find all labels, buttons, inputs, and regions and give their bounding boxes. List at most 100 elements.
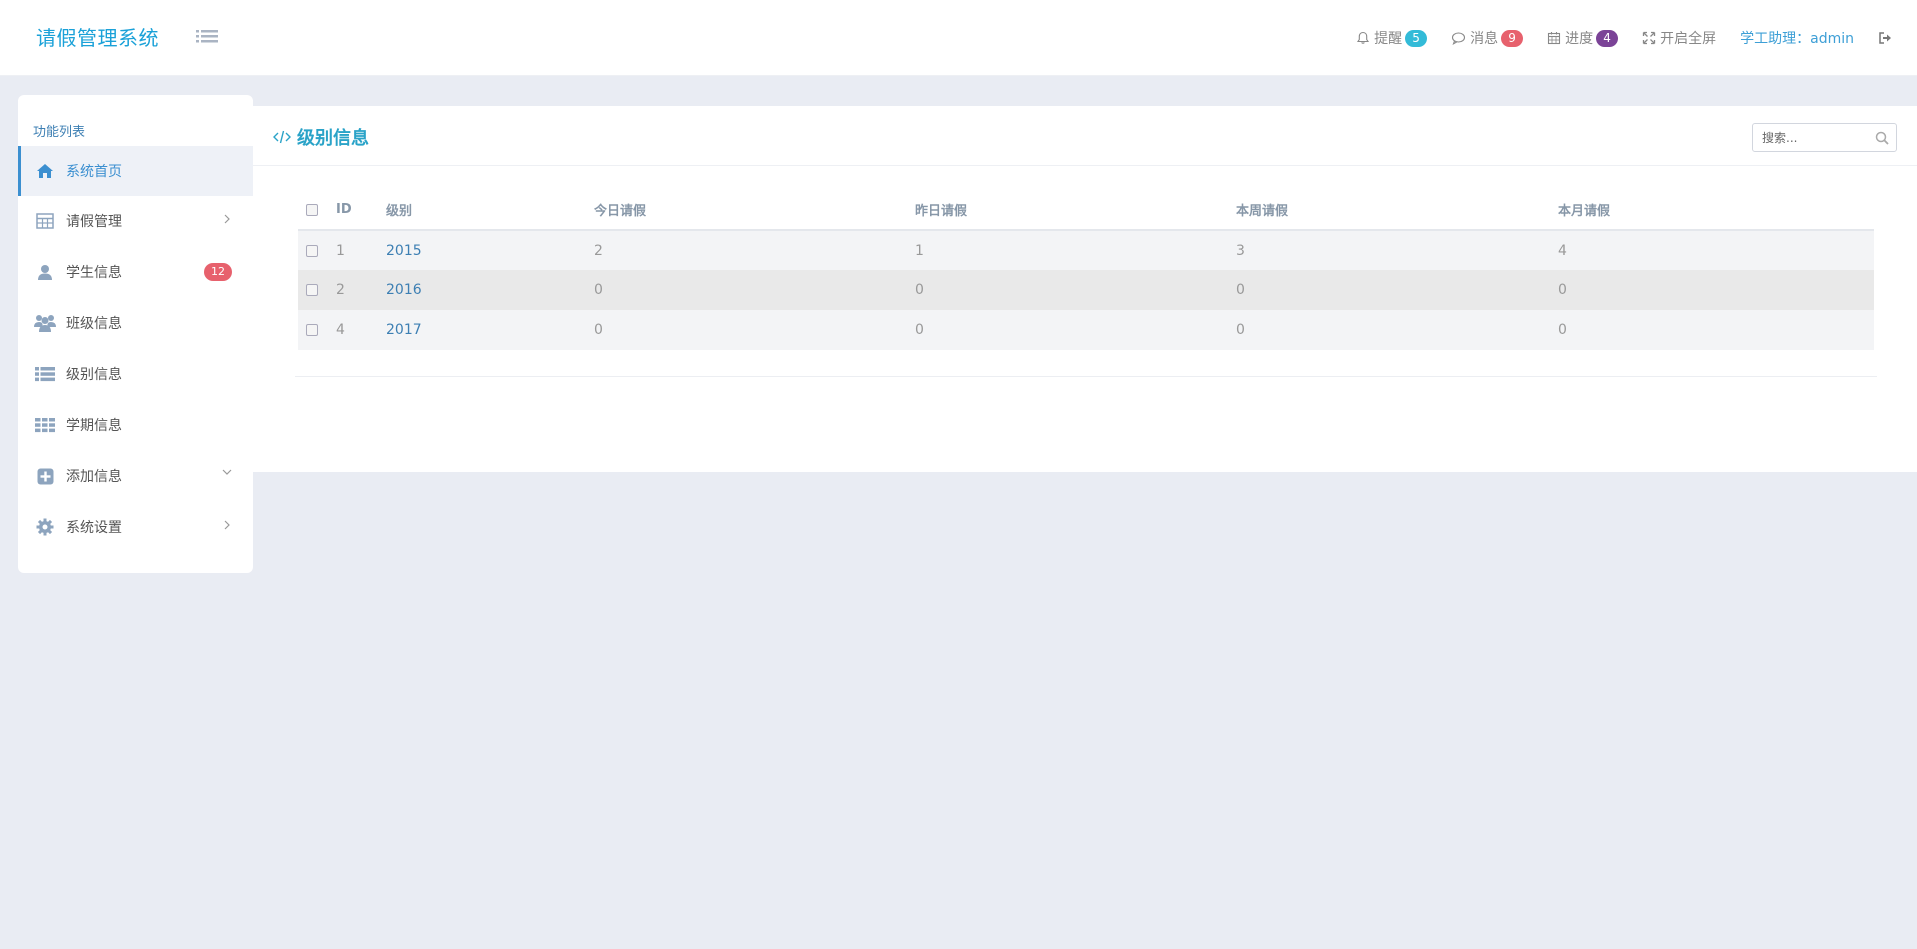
- users-icon: [34, 313, 56, 333]
- nav-message[interactable]: 消息 9: [1451, 28, 1524, 48]
- search-box: [1752, 123, 1897, 152]
- nav-message-label: 消息: [1470, 31, 1499, 47]
- chevron-right-icon: [224, 520, 230, 530]
- comment-icon: [1452, 32, 1466, 45]
- cell-id: 2: [336, 270, 386, 310]
- cell-level: 2015: [386, 230, 594, 270]
- search-icon[interactable]: [1875, 131, 1889, 145]
- sidebar-item-leave[interactable]: 请假管理: [18, 196, 253, 246]
- top-header: 请假管理系统 提醒 5 消息 9 进度 4 开启全屏 学工助理：admin: [0, 0, 1917, 76]
- cell-level: 2016: [386, 270, 594, 310]
- sidebar-item-settings[interactable]: 系统设置: [18, 502, 253, 552]
- column-header[interactable]: 级别: [386, 190, 594, 231]
- message-count-badge: 9: [1501, 29, 1524, 47]
- nav-user[interactable]: 学工助理：admin: [1740, 28, 1854, 48]
- logout-icon: [1879, 32, 1891, 44]
- level-link[interactable]: 2017: [386, 322, 422, 338]
- nav-fullscreen-label: 开启全屏: [1660, 31, 1717, 47]
- home-icon: [34, 161, 56, 181]
- panel-header: 级别信息: [253, 106, 1917, 166]
- column-header[interactable]: 本月请假: [1558, 190, 1874, 231]
- sidebar-title: 功能列表: [33, 125, 86, 140]
- table-footer-divider: [295, 376, 1877, 377]
- sidebar-item-students[interactable]: 学生信息 12: [18, 247, 253, 297]
- nav-remind-label: 提醒: [1374, 31, 1403, 47]
- table-header-row: ID 级别 今日请假 昨日请假 本周请假 本月请假: [298, 190, 1874, 231]
- app-brand[interactable]: 请假管理系统: [36, 22, 159, 51]
- sidebar: 功能列表 系统首页 请假管理 学生信息 12 班级信息 级别信息 学期信息 添加…: [18, 95, 253, 573]
- user-icon: [34, 262, 56, 282]
- column-header[interactable]: 本周请假: [1236, 190, 1558, 231]
- sidebar-item-classes[interactable]: 班级信息: [18, 298, 253, 348]
- select-all-cell: [298, 190, 336, 231]
- plus-square-icon: [34, 466, 56, 486]
- sidebar-item-label: 请假管理: [66, 214, 122, 230]
- cell-week: 0: [1236, 310, 1558, 350]
- cell-month: 4: [1558, 230, 1874, 270]
- sidebar-item-add[interactable]: 添加信息: [18, 451, 253, 501]
- sidebar-item-label: 班级信息: [66, 316, 122, 332]
- row-checkbox[interactable]: [306, 284, 318, 296]
- cell-month: 0: [1558, 270, 1874, 310]
- cell-id: 1: [336, 230, 386, 270]
- expand-icon: [1642, 31, 1656, 45]
- sidebar-item-label: 学生信息: [66, 265, 122, 281]
- list-icon: [34, 364, 56, 384]
- main-panel: 级别信息 ID 级别 今日请假 昨日请假: [253, 106, 1917, 472]
- table-row[interactable]: 2 2016 0 0 0 0: [298, 270, 1874, 310]
- nav-logout[interactable]: [1878, 31, 1897, 45]
- sidebar-item-label: 添加信息: [66, 469, 122, 485]
- row-checkbox[interactable]: [306, 244, 318, 257]
- students-count-badge: 12: [204, 263, 232, 281]
- sidebar-item-label: 系统首页: [66, 164, 122, 180]
- sidebar-item-label: 系统设置: [66, 520, 122, 536]
- select-all-checkbox[interactable]: [306, 203, 318, 216]
- progress-count-badge: 4: [1596, 29, 1619, 47]
- user-name: 学工助理：admin: [1740, 31, 1854, 47]
- cell-level: 2017: [386, 310, 594, 350]
- cell-week: 0: [1236, 270, 1558, 310]
- levels-table: ID 级别 今日请假 昨日请假 本周请假 本月请假 1 2015 2 1 3 4…: [298, 190, 1874, 350]
- nav-fullscreen[interactable]: 开启全屏: [1642, 28, 1716, 48]
- chevron-down-icon: [222, 469, 232, 475]
- sidebar-item-home[interactable]: 系统首页: [18, 146, 253, 196]
- sidebar-item-levels[interactable]: 级别信息: [18, 349, 253, 399]
- menu-toggle-icon[interactable]: [196, 27, 218, 47]
- cell-today: 0: [594, 270, 915, 310]
- search-input[interactable]: [1753, 124, 1871, 151]
- cell-yesterday: 0: [915, 270, 1236, 310]
- cell-week: 3: [1236, 230, 1558, 270]
- level-link[interactable]: 2016: [386, 282, 422, 298]
- page-title: 级别信息: [273, 124, 369, 150]
- column-header[interactable]: ID: [336, 190, 386, 231]
- row-checkbox[interactable]: [306, 324, 318, 336]
- chevron-right-icon: [224, 214, 230, 224]
- cell-yesterday: 1: [915, 230, 1236, 270]
- cell-yesterday: 0: [915, 310, 1236, 350]
- nav-progress[interactable]: 进度 4: [1547, 28, 1619, 48]
- cell-today: 2: [594, 230, 915, 270]
- code-icon: [273, 130, 291, 144]
- row-select-cell: [298, 310, 336, 350]
- top-nav: 提醒 5 消息 9 进度 4 开启全屏 学工助理：admin: [1332, 24, 1897, 52]
- nav-progress-label: 进度: [1565, 31, 1594, 47]
- level-link[interactable]: 2015: [386, 243, 422, 259]
- sidebar-item-label: 级别信息: [66, 367, 122, 383]
- table-row[interactable]: 4 2017 0 0 0 0: [298, 310, 1874, 350]
- column-header[interactable]: 今日请假: [594, 190, 915, 231]
- cell-id: 4: [336, 310, 386, 350]
- grid-icon: [34, 415, 56, 435]
- sidebar-item-label: 学期信息: [66, 418, 122, 434]
- row-select-cell: [298, 230, 336, 270]
- table-icon: [34, 211, 56, 231]
- gear-icon: [34, 517, 56, 537]
- nav-remind[interactable]: 提醒 5: [1356, 28, 1428, 48]
- cell-month: 0: [1558, 310, 1874, 350]
- cell-today: 0: [594, 310, 915, 350]
- sidebar-item-terms[interactable]: 学期信息: [18, 400, 253, 450]
- remind-count-badge: 5: [1405, 29, 1428, 47]
- calendar-icon: [1548, 32, 1561, 45]
- column-header[interactable]: 昨日请假: [915, 190, 1236, 231]
- table-row[interactable]: 1 2015 2 1 3 4: [298, 230, 1874, 270]
- page-title-text: 级别信息: [297, 128, 369, 149]
